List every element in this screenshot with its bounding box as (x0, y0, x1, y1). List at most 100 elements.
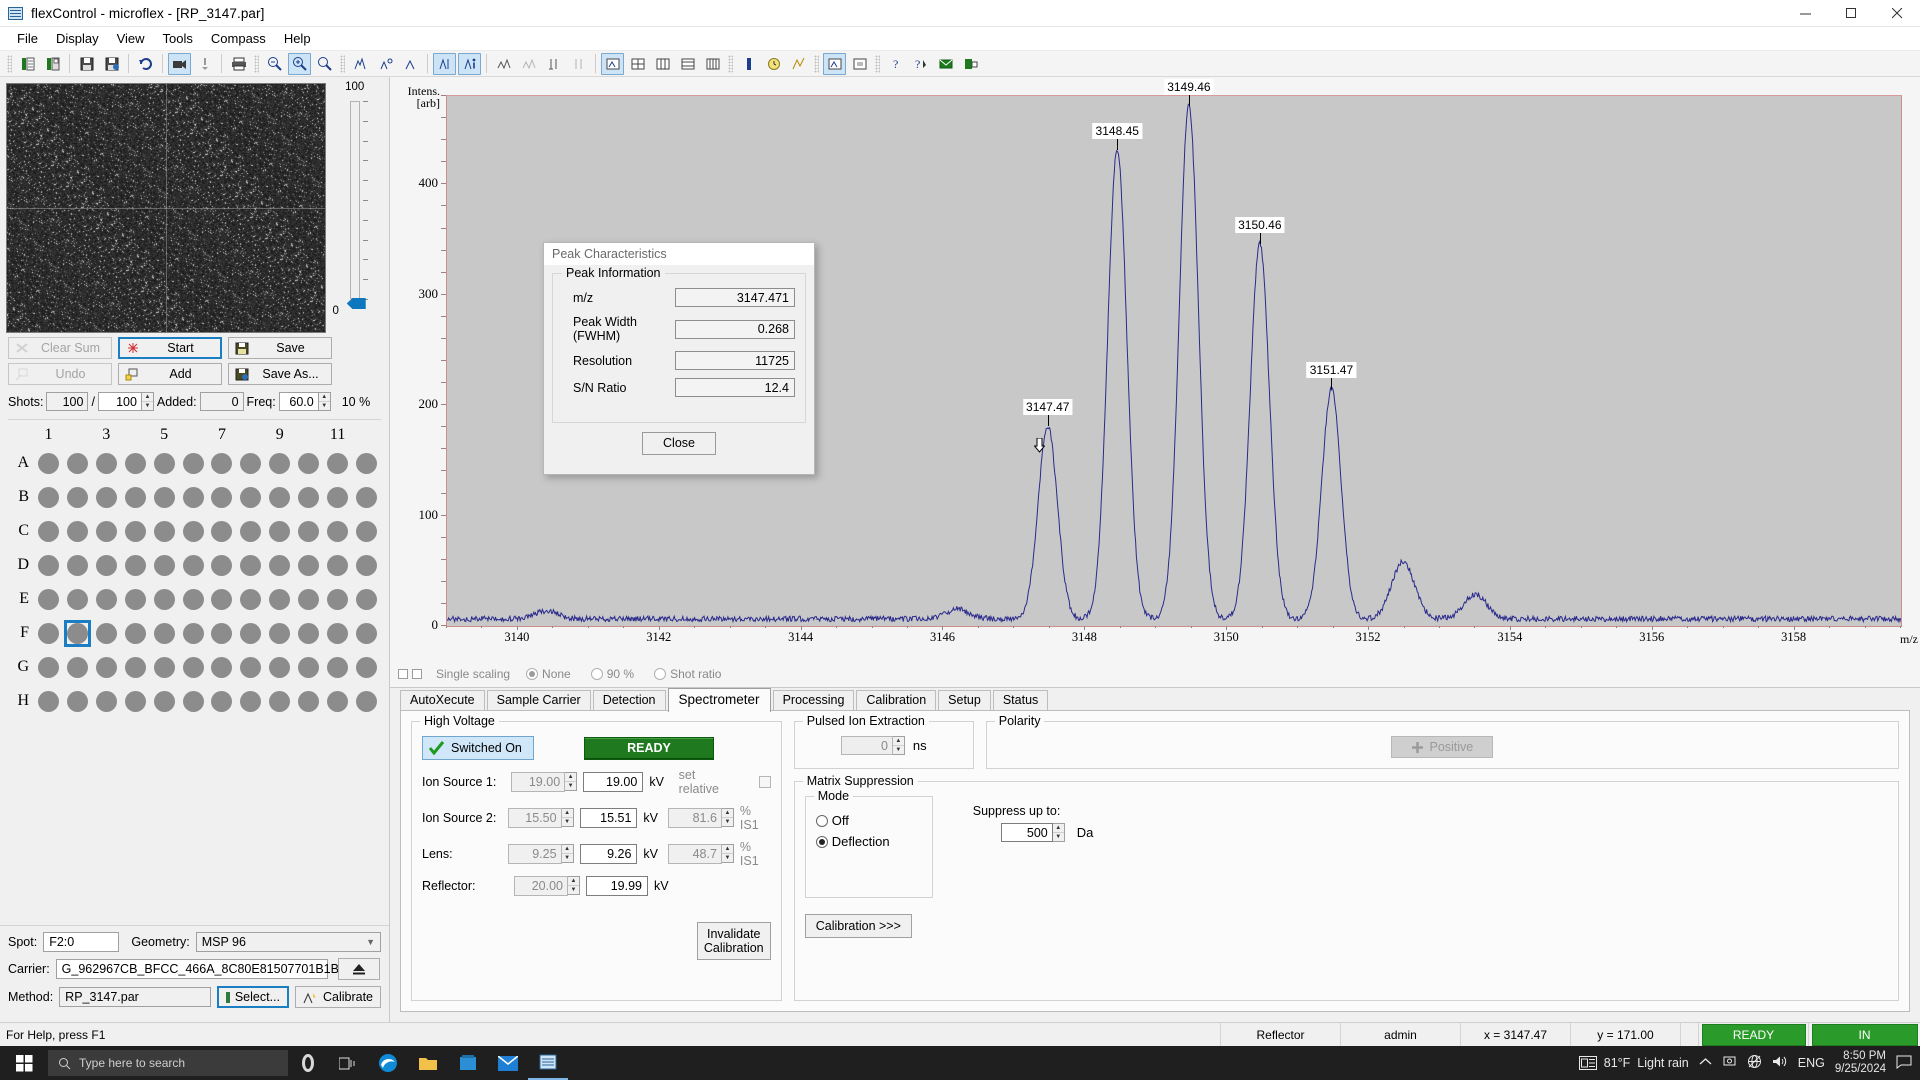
plate-well-G6[interactable] (179, 650, 208, 684)
plate-well-H2[interactable] (63, 684, 92, 718)
plate-well-F1[interactable] (34, 616, 63, 650)
view-single-icon[interactable] (601, 52, 624, 75)
plate-well-F4[interactable] (121, 616, 150, 650)
hv-actual-4[interactable]: 19.99 (586, 876, 648, 896)
taskbar-clock[interactable]: 8:50 PM 9/25/2024 (1835, 1050, 1886, 1076)
scaling-option-none[interactable]: None (526, 667, 571, 681)
plate-well-A7[interactable] (207, 446, 236, 480)
plate-well-A2[interactable] (63, 446, 92, 480)
plate-well-B9[interactable] (265, 480, 294, 514)
plate-well-F8[interactable] (236, 616, 265, 650)
plate-well-C6[interactable] (179, 514, 208, 548)
plate-well-G11[interactable] (323, 650, 352, 684)
peak-info-icon[interactable] (458, 52, 481, 75)
plate-well-G2[interactable] (63, 650, 92, 684)
plate-well-C1[interactable] (34, 514, 63, 548)
plate-well-A5[interactable] (150, 446, 179, 480)
plate-well-E12[interactable] (352, 582, 381, 616)
scaling-option-90[interactable]: 90 % (590, 667, 634, 681)
help-context-icon[interactable]: ? (909, 53, 932, 75)
plate-well-A6[interactable] (179, 446, 208, 480)
taskbar-search[interactable]: Type here to search (48, 1050, 288, 1076)
plate-well-A11[interactable] (323, 446, 352, 480)
plate-well-F6[interactable] (179, 616, 208, 650)
plate-well-B6[interactable] (179, 480, 208, 514)
switched-on-toggle[interactable]: Switched On (422, 736, 534, 760)
plate-well-C10[interactable] (294, 514, 323, 548)
plate-well-B1[interactable] (34, 480, 63, 514)
close-button[interactable] (1874, 0, 1920, 27)
plate-well-D4[interactable] (121, 548, 150, 582)
tab-setup[interactable]: Setup (938, 690, 991, 710)
tab-spectrometer[interactable]: Spectrometer (667, 688, 771, 712)
plate-well-D2[interactable] (63, 548, 92, 582)
weather-widget[interactable]: 81°F Light rain (1578, 1056, 1689, 1070)
plate-well-F7[interactable] (207, 616, 236, 650)
plate-well-E4[interactable] (121, 582, 150, 616)
plate-well-E8[interactable] (236, 582, 265, 616)
plate-well-A8[interactable] (236, 446, 265, 480)
maximize-button[interactable] (1828, 0, 1874, 27)
spectrum-tool-1-icon[interactable] (349, 53, 372, 75)
toolbar-grip-3[interactable] (340, 54, 345, 73)
menu-display[interactable]: Display (47, 29, 108, 48)
laser-icon[interactable] (193, 53, 216, 75)
pie-value-field[interactable]: 0 (840, 736, 893, 755)
plate-well-E10[interactable] (294, 582, 323, 616)
save-as-button[interactable]: Save As... (228, 363, 332, 385)
hv-set-3[interactable]: 9.25 ▲ ▼ (507, 844, 574, 864)
plate-well-G4[interactable] (121, 650, 150, 684)
freq-spinner[interactable]: ▲ ▼ (318, 392, 331, 411)
plate-well-A9[interactable] (265, 446, 294, 480)
open-document-icon[interactable] (41, 53, 64, 75)
calibration-button[interactable]: Calibration >>> (804, 914, 912, 938)
tab-calibration[interactable]: Calibration (856, 690, 937, 710)
method-input[interactable]: RP_3147.par (59, 987, 211, 1007)
plate-well-D7[interactable] (207, 548, 236, 582)
dialog-close-button[interactable]: Close (642, 431, 716, 455)
chart-window2-icon[interactable] (848, 53, 871, 75)
chart-window-icon[interactable] (823, 52, 846, 75)
plate-well-B12[interactable] (352, 480, 381, 514)
freq-field[interactable]: 60.0 (278, 392, 319, 411)
hv-actual-2[interactable]: 15.51 (579, 808, 638, 828)
mode-option-off[interactable]: Off (815, 813, 922, 828)
tray-onedrive-icon[interactable] (1722, 1055, 1737, 1071)
plate-well-F11[interactable] (323, 616, 352, 650)
plate-well-G12[interactable] (352, 650, 381, 684)
start-button[interactable]: Start (118, 337, 222, 359)
shots-total-field[interactable]: 100 (97, 392, 142, 411)
plate-well-C5[interactable] (150, 514, 179, 548)
zoom-in-icon[interactable] (288, 52, 311, 75)
mail-icon[interactable] (934, 53, 957, 75)
added-field[interactable]: 0 (199, 392, 244, 411)
undo-button[interactable]: Undo (8, 363, 112, 385)
menu-compass[interactable]: Compass (202, 29, 275, 48)
invalidate-calibration-button[interactable]: Invalidate Calibration (696, 922, 771, 960)
plate-well-H6[interactable] (179, 684, 208, 718)
plate-well-G8[interactable] (236, 650, 265, 684)
toolbar-grip-2[interactable] (254, 54, 259, 73)
plate-well-B3[interactable] (92, 480, 121, 514)
plate-well-F5[interactable] (150, 616, 179, 650)
taskbar-flexcontrol-icon[interactable] (528, 1046, 568, 1080)
save-icon[interactable] (75, 53, 98, 75)
tray-language[interactable]: ENG (1798, 1056, 1825, 1070)
plate-well-F2[interactable] (63, 616, 92, 650)
select-method-button[interactable]: Select... (217, 986, 289, 1008)
hv-actual-1[interactable]: 19.00 (583, 772, 644, 792)
plate-well-D10[interactable] (294, 548, 323, 582)
tab-autoxecute[interactable]: AutoXecute (400, 690, 485, 710)
plate-well-B11[interactable] (323, 480, 352, 514)
plate-well-D12[interactable] (352, 548, 381, 582)
plate-well-H7[interactable] (207, 684, 236, 718)
view-rows-icon[interactable] (676, 53, 699, 75)
plate-well-A3[interactable] (92, 446, 121, 480)
camera-intensity-slider[interactable]: 100 0 (326, 81, 383, 333)
menu-view[interactable]: View (108, 29, 154, 48)
save-button[interactable]: Save (228, 337, 332, 359)
plate-well-C4[interactable] (121, 514, 150, 548)
plate-well-B7[interactable] (207, 480, 236, 514)
dialog-value-1[interactable]: 3147.471 (675, 288, 795, 307)
scale-toggle-2[interactable] (412, 669, 422, 679)
